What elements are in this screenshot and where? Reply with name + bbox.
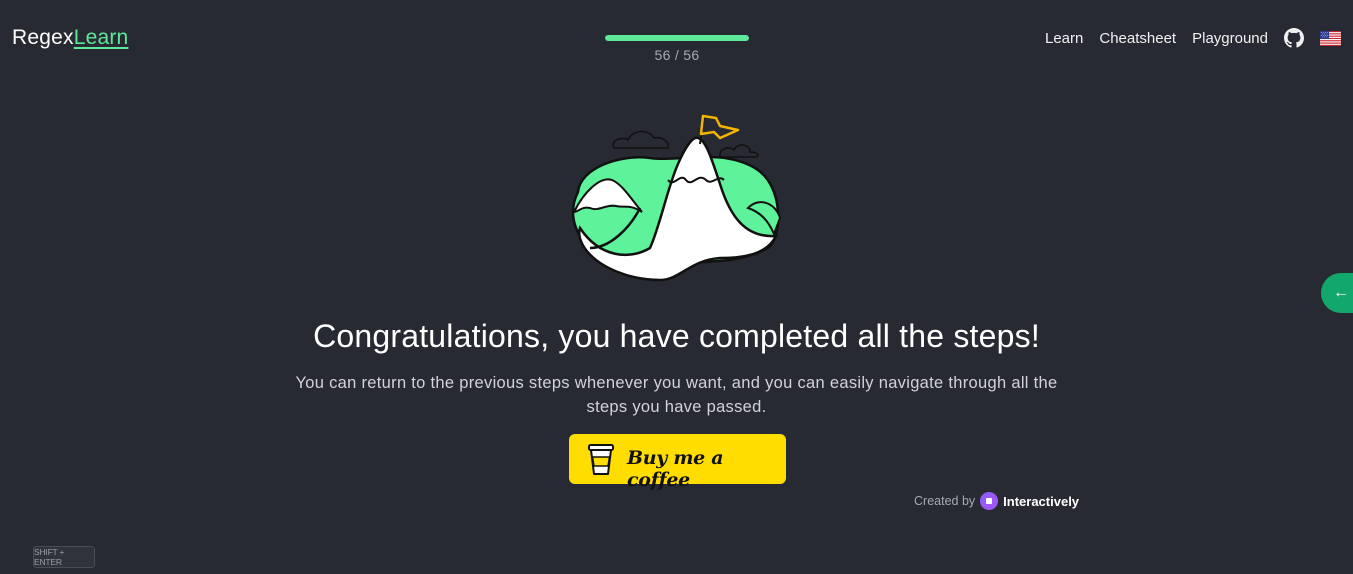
nav-playground[interactable]: Playground <box>1192 30 1268 47</box>
created-by-label: Created by <box>914 494 976 508</box>
page-subtitle: You can return to the previous steps whe… <box>295 374 1058 416</box>
us-flag-icon[interactable] <box>1320 30 1341 46</box>
logo-learn: Learn <box>73 26 129 49</box>
nav-learn[interactable]: Learn <box>1045 30 1083 47</box>
interactively-link[interactable]: Interactively <box>1003 494 1079 509</box>
progress-bar-fill <box>605 35 749 41</box>
cloud-left <box>612 130 670 149</box>
shortcut-hint: SHIFT + ENTER <box>33 546 95 568</box>
flag <box>699 114 740 140</box>
page: RegexLearn 56 / 56 Learn Cheatsheet Play… <box>0 0 1353 574</box>
github-icon[interactable] <box>1284 28 1304 48</box>
nav-cheatsheet[interactable]: Cheatsheet <box>1099 30 1176 47</box>
interactively-logo-icon <box>980 492 999 510</box>
coffee-button-label: Buy me a coffee <box>627 447 724 491</box>
arrow-left-icon: ← <box>1333 284 1349 301</box>
logo[interactable]: RegexLearn <box>12 26 128 50</box>
top-nav: Learn Cheatsheet Playground <box>1045 28 1341 48</box>
coffee-cup-icon <box>588 444 614 475</box>
logo-regex: Regex <box>12 26 74 49</box>
side-tab[interactable]: ← <box>1321 273 1353 313</box>
progress: 56 / 56 <box>605 35 749 63</box>
progress-text: 56 / 56 <box>654 47 700 63</box>
page-title: Congratulations, you have completed all … <box>313 318 1040 354</box>
buy-me-a-coffee-button[interactable]: Buy me a coffee <box>569 434 786 491</box>
created-by: Created by Interactively <box>914 492 1079 510</box>
cloud-right <box>719 144 759 158</box>
mountain-illustration <box>571 114 782 282</box>
progress-bar <box>605 35 749 41</box>
